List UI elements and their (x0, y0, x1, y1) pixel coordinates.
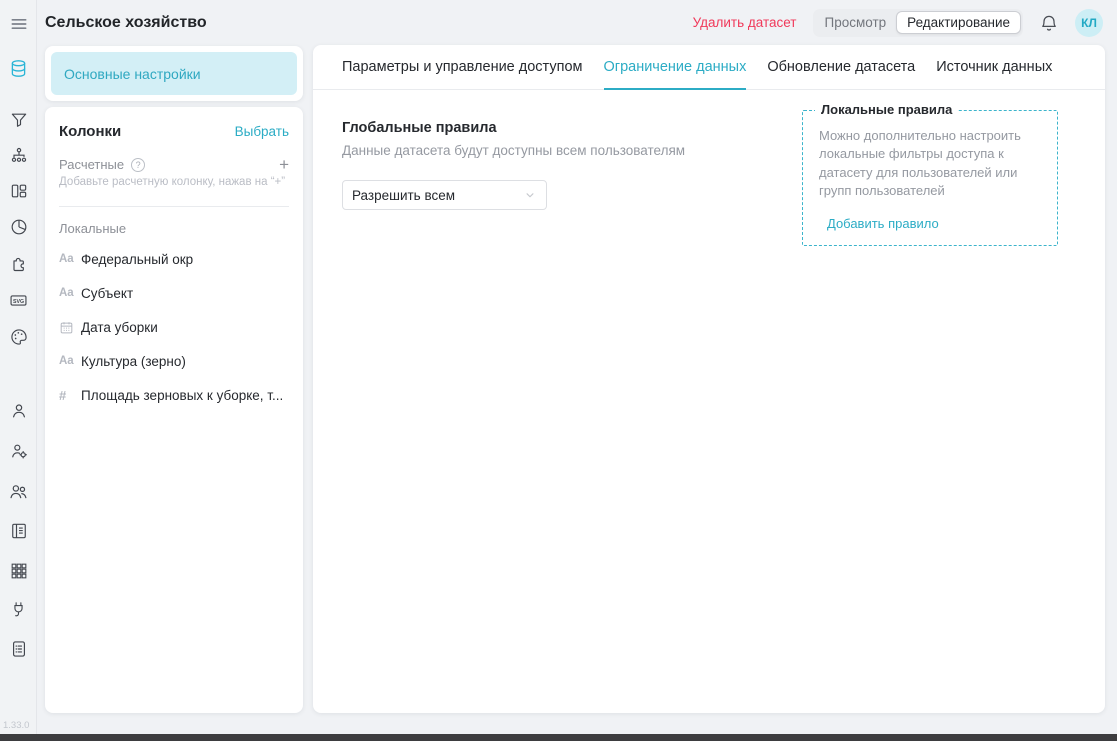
text-type-icon: Aa (59, 287, 81, 299)
columns-select-link[interactable]: Выбрать (235, 124, 289, 139)
palette-icon[interactable] (0, 324, 37, 350)
database-icon[interactable] (0, 55, 37, 81)
list-item[interactable]: Дата уборки (59, 310, 289, 344)
text-type-icon: Aa (59, 253, 81, 265)
tab-data-restriction[interactable]: Ограничение данных (604, 45, 747, 89)
number-type-icon: # (59, 388, 81, 403)
hierarchy-icon[interactable] (0, 143, 37, 169)
tab-dataset-update[interactable]: Обновление датасета (767, 45, 915, 89)
divider (59, 206, 289, 207)
bottom-edge-bar (0, 734, 1117, 741)
delete-dataset-link[interactable]: Удалить датасет (693, 15, 797, 30)
top-header: Сельское хозяйство Удалить датасет Просм… (37, 0, 1117, 45)
help-icon[interactable]: ? (131, 158, 145, 172)
calculated-label: Расчетные (59, 157, 124, 172)
column-list: Aa Федеральный окр Aa Субъект Дата уборк… (59, 242, 289, 412)
columns-title: Колонки (59, 123, 121, 140)
user-settings-icon[interactable] (0, 438, 37, 464)
tab-access-params[interactable]: Параметры и управление доступом (342, 45, 583, 89)
app-version: 1.33.0 (3, 720, 29, 731)
svg-icon[interactable]: SVG (0, 287, 37, 313)
mode-view-button[interactable]: Просмотр (815, 12, 897, 33)
grid-icon[interactable] (0, 558, 37, 584)
icon-rail: SVG 1.33.0 (0, 0, 37, 741)
global-rules-title: Глобальные правила (342, 120, 685, 136)
layout-icon[interactable] (0, 178, 37, 204)
add-rule-link[interactable]: Добавить правило (827, 216, 939, 231)
menu-icon[interactable] (0, 11, 37, 37)
global-rules-section: Глобальные правила Данные датасета будут… (342, 120, 685, 210)
text-type-icon: Aa (59, 355, 81, 367)
tab-data-source[interactable]: Источник данных (936, 45, 1052, 89)
global-rules-subtitle: Данные датасета будут доступны всем поль… (342, 143, 685, 158)
local-rules-description: Можно дополнительно настроить локальные … (819, 127, 1041, 201)
list-item[interactable]: Aa Культура (зерно) (59, 344, 289, 378)
settings-nav-card: Основные настройки (45, 46, 303, 101)
page-title: Сельское хозяйство (45, 14, 207, 32)
mode-edit-button[interactable]: Редактирование (896, 11, 1021, 34)
nav-item-main-settings[interactable]: Основные настройки (51, 52, 297, 95)
list-item[interactable]: Aa Федеральный окр (59, 242, 289, 276)
tab-bar: Параметры и управление доступом Ограниче… (313, 45, 1105, 90)
local-columns-label: Локальные (59, 221, 289, 236)
calendar-type-icon (59, 320, 81, 335)
list-item[interactable]: # Площадь зерновых к уборке, т... (59, 378, 289, 412)
filter-icon[interactable] (0, 107, 37, 133)
notifications-bell-icon[interactable] (1039, 13, 1059, 33)
columns-card: Колонки Выбрать Расчетные ? + Добавьте р… (45, 107, 303, 713)
access-select[interactable]: Разрешить всем (342, 180, 547, 210)
notes-icon[interactable] (0, 636, 37, 662)
chevron-down-icon (523, 188, 537, 202)
svg-text:SVG: SVG (13, 298, 24, 304)
list-item[interactable]: Aa Субъект (59, 276, 289, 310)
pie-chart-icon[interactable] (0, 214, 37, 240)
add-calculated-column-button[interactable]: + (279, 156, 289, 173)
mode-toggle: Просмотр Редактирование (813, 9, 1024, 37)
journal-icon[interactable] (0, 518, 37, 544)
user-avatar[interactable]: КЛ (1075, 9, 1103, 37)
user-icon[interactable] (0, 398, 37, 424)
calculated-hint: Добавьте расчетную колонку, нажав на “+” (59, 176, 289, 188)
users-icon[interactable] (0, 478, 37, 504)
main-panel: Параметры и управление доступом Ограниче… (313, 45, 1105, 713)
plug-icon[interactable] (0, 596, 37, 622)
puzzle-icon[interactable] (0, 250, 37, 276)
local-rules-legend: Локальные правила (815, 102, 958, 117)
local-rules-box: Локальные правила Можно дополнительно на… (802, 110, 1058, 246)
